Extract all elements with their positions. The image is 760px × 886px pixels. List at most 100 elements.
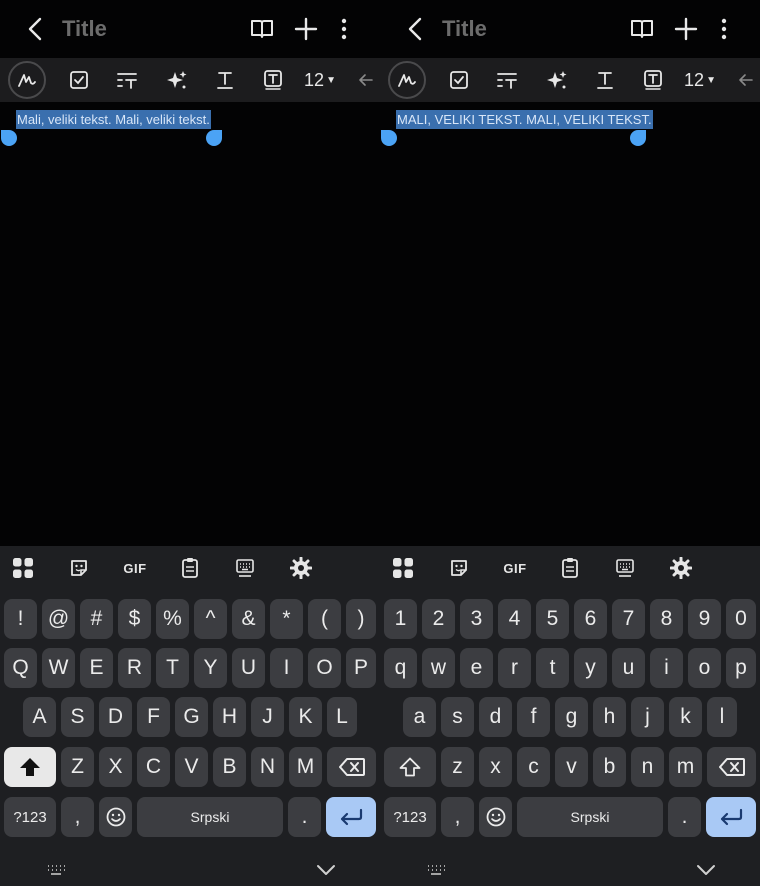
underline-text-button[interactable] [592,58,618,102]
key[interactable]: * [270,599,303,639]
comma-key[interactable]: , [441,797,474,837]
key[interactable]: Q [4,648,37,688]
more-icon[interactable] [334,17,354,41]
key[interactable]: C [137,747,170,787]
sticker-button[interactable] [67,556,91,580]
key[interactable]: 6 [574,599,607,639]
key[interactable]: w [422,648,455,688]
text-box-button[interactable] [260,58,286,102]
collapse-toolbar-button[interactable] [356,58,376,102]
key[interactable]: A [23,697,56,737]
checkbox-button[interactable] [66,58,92,102]
comma-key[interactable]: , [61,797,94,837]
plus-icon[interactable] [674,17,698,41]
key[interactable]: t [536,648,569,688]
emoji-key[interactable] [479,797,512,837]
clipboard-button[interactable] [178,556,202,580]
key[interactable]: J [251,697,284,737]
key[interactable]: E [80,648,113,688]
key[interactable]: G [175,697,208,737]
key[interactable]: S [61,697,94,737]
key[interactable]: z [441,747,474,787]
key[interactable]: e [460,648,493,688]
key[interactable]: ^ [194,599,227,639]
keyboard-mode-button[interactable] [233,556,257,580]
note-title[interactable]: Title [442,16,487,42]
key[interactable]: 1 [384,599,417,639]
space-key[interactable]: Srpski [517,797,663,837]
key[interactable]: 4 [498,599,531,639]
key[interactable]: & [232,599,265,639]
key[interactable]: L [327,697,357,737]
pen-mode-button[interactable] [388,58,426,102]
enter-key[interactable] [326,797,376,837]
key[interactable]: T [156,648,189,688]
keyboard-mode-button[interactable] [613,556,637,580]
period-key[interactable]: . [288,797,321,837]
key[interactable]: y [574,648,607,688]
key[interactable]: d [479,697,512,737]
key[interactable]: # [80,599,113,639]
backspace-key[interactable] [327,747,376,787]
key[interactable]: $ [118,599,151,639]
key[interactable]: Y [194,648,227,688]
key[interactable]: p [726,648,756,688]
key[interactable]: Z [61,747,94,787]
selection-start-handle[interactable] [381,130,397,146]
keyboard-switch-icon[interactable] [46,864,66,876]
key[interactable]: B [213,747,246,787]
plus-icon[interactable] [294,17,318,41]
note-body[interactable]: Mali, veliki tekst. Mali, veliki tekst. [16,110,211,129]
gif-button[interactable]: GIF [502,556,528,580]
space-key[interactable]: Srpski [137,797,283,837]
key[interactable]: g [555,697,588,737]
key[interactable]: D [99,697,132,737]
keyboard-switch-icon[interactable] [426,864,446,876]
key[interactable]: ( [308,599,341,639]
key[interactable]: M [289,747,322,787]
settings-button[interactable] [669,556,693,580]
note-title[interactable]: Title [62,16,107,42]
key[interactable]: a [403,697,436,737]
key[interactable]: j [631,697,664,737]
key[interactable]: 9 [688,599,721,639]
selection-end-handle[interactable] [630,130,646,146]
chevron-down-icon[interactable] [696,864,716,876]
book-icon[interactable] [630,18,654,40]
key[interactable]: c [517,747,550,787]
selection-start-handle[interactable] [1,130,17,146]
key[interactable]: i [650,648,683,688]
key[interactable]: V [175,747,208,787]
text-style-button[interactable] [114,58,140,102]
key[interactable]: o [688,648,721,688]
key[interactable]: x [479,747,512,787]
gif-button[interactable]: GIF [122,556,148,580]
key[interactable]: m [669,747,702,787]
key[interactable]: F [137,697,170,737]
apps-button[interactable] [11,556,35,580]
key[interactable]: X [99,747,132,787]
ai-assist-button[interactable] [164,58,190,102]
key[interactable]: s [441,697,474,737]
key[interactable]: K [289,697,322,737]
more-icon[interactable] [714,17,734,41]
sticker-button[interactable] [447,556,471,580]
key[interactable]: l [707,697,737,737]
enter-key[interactable] [706,797,756,837]
key[interactable]: @ [42,599,75,639]
font-size-selector[interactable]: 12 ▼ [300,58,340,102]
text-style-button[interactable] [494,58,520,102]
key[interactable]: 5 [536,599,569,639]
apps-button[interactable] [391,556,415,580]
key[interactable]: n [631,747,664,787]
key[interactable]: O [308,648,341,688]
emoji-key[interactable] [99,797,132,837]
settings-button[interactable] [289,556,313,580]
key[interactable]: b [593,747,626,787]
book-icon[interactable] [250,18,274,40]
shift-key[interactable] [4,747,56,787]
key[interactable]: u [612,648,645,688]
key[interactable]: % [156,599,189,639]
clipboard-button[interactable] [558,556,582,580]
key[interactable]: 2 [422,599,455,639]
